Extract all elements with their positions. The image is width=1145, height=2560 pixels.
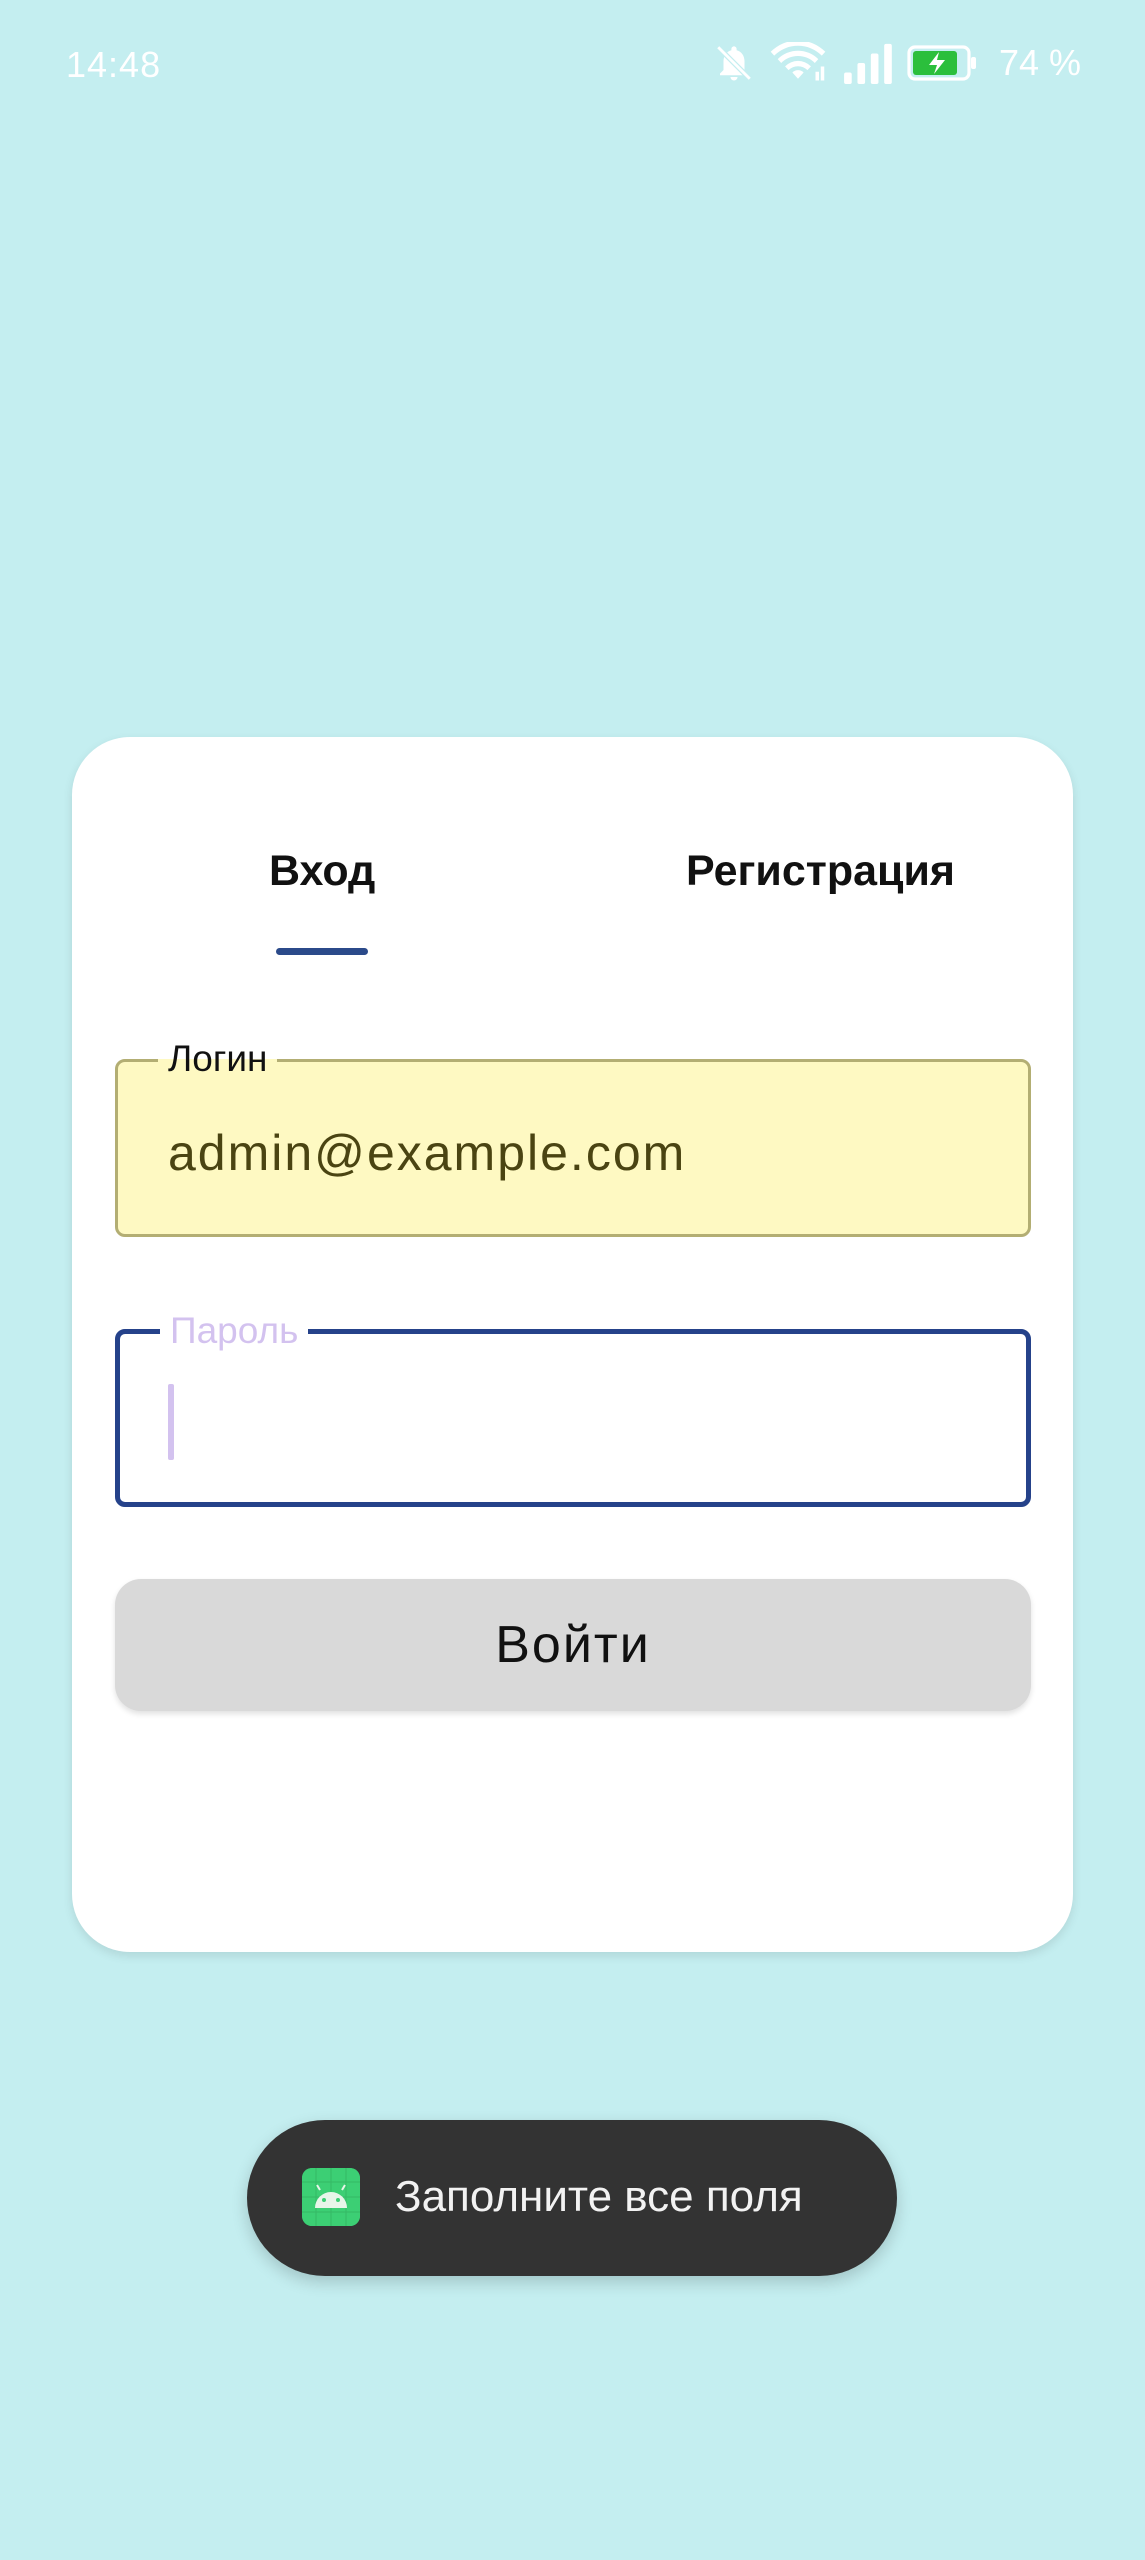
toast-message: Заполните все поля: [395, 2172, 803, 2221]
wifi-icon: [769, 42, 827, 84]
bell-off-icon: [713, 42, 755, 84]
battery-percent: 74 %: [998, 42, 1081, 83]
status-bar: 14:48 74 %: [0, 0, 1145, 135]
login-label: Логин: [158, 1036, 278, 1082]
signal-icon: [841, 42, 893, 84]
password-label: Пароль: [160, 1308, 309, 1354]
login-field[interactable]: Логин admin@example.com: [115, 1036, 1031, 1237]
login-input[interactable]: admin@example.com: [168, 1124, 686, 1182]
status-time: 14:48: [66, 44, 162, 85]
auth-tabs: Вход Регистрация: [72, 737, 1073, 967]
auth-card: Вход Регистрация Логин admin@example.com…: [72, 737, 1073, 1952]
tab-indicator: [276, 948, 368, 955]
tab-login[interactable]: Вход: [269, 847, 375, 896]
android-app-icon: [302, 2168, 360, 2226]
text-cursor: [168, 1384, 174, 1460]
tab-register[interactable]: Регистрация: [686, 847, 955, 896]
status-icons: 74 %: [713, 42, 1081, 84]
toast: Заполните все поля: [247, 2120, 897, 2276]
password-field[interactable]: Пароль: [115, 1308, 1031, 1507]
battery-charging-icon: [907, 45, 979, 81]
login-button[interactable]: Войти: [115, 1579, 1031, 1711]
password-input[interactable]: [165, 1374, 965, 1456]
